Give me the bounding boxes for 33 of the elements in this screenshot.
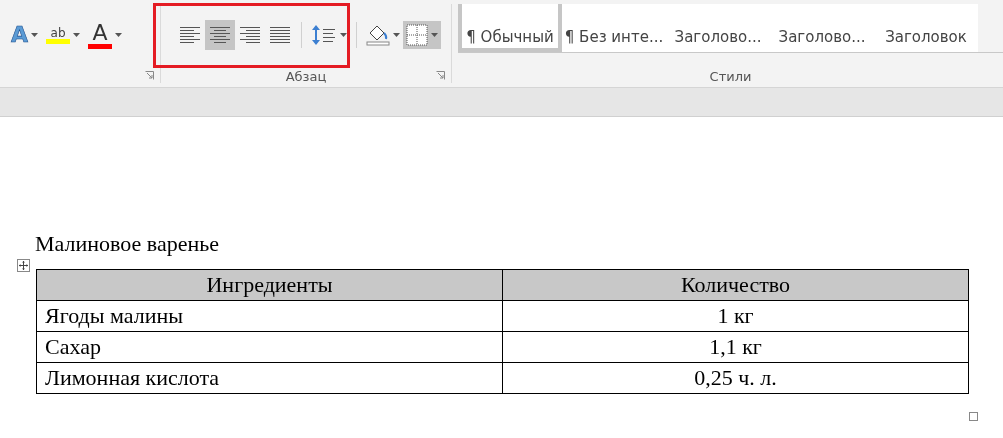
caret-icon <box>393 32 400 37</box>
document-title: Малиновое варенье <box>35 231 219 257</box>
table-cell: Лимонная кислота <box>36 362 503 394</box>
caret-icon <box>31 33 39 37</box>
caret-icon <box>115 33 123 37</box>
table-resize-handle-icon[interactable] <box>969 412 978 421</box>
dialog-launcher-icon[interactable] <box>145 71 154 80</box>
align-left-icon <box>180 26 200 43</box>
table-cell: 1 кг <box>502 300 969 332</box>
caret-icon <box>73 33 81 37</box>
dialog-launcher-icon[interactable] <box>436 71 445 80</box>
align-center-icon <box>210 26 230 43</box>
style-gallery-item[interactable]: Заголово... <box>666 4 770 52</box>
table-cell: 1,1 кг <box>502 331 969 363</box>
caret-icon <box>340 32 347 37</box>
caret-icon <box>431 32 438 37</box>
style-gallery-item[interactable]: Заголово... <box>770 4 874 52</box>
table-cell: Сахар <box>36 331 503 363</box>
table-move-handle-icon[interactable] <box>17 259 30 272</box>
align-center-button[interactable] <box>205 19 235 50</box>
highlight-color-button[interactable]: ab <box>43 23 84 47</box>
table-cell: Ягоды малины <box>36 300 503 332</box>
group-label: Стили <box>708 69 753 86</box>
style-gallery-item[interactable]: Заголовок <box>874 4 978 52</box>
column-header: Ингредиенты <box>36 269 503 301</box>
font-color-button[interactable]: A <box>85 18 126 52</box>
group-label: Абзац <box>284 69 328 87</box>
align-right-icon <box>240 26 260 43</box>
style-gallery-item[interactable]: ¶ Без инте... <box>562 4 666 52</box>
align-justify-icon <box>270 26 290 43</box>
table-cell: 0,25 ч. л. <box>502 362 969 394</box>
column-header: Количество <box>502 269 969 301</box>
style-gallery-item[interactable]: ¶ Обычный <box>458 4 562 52</box>
